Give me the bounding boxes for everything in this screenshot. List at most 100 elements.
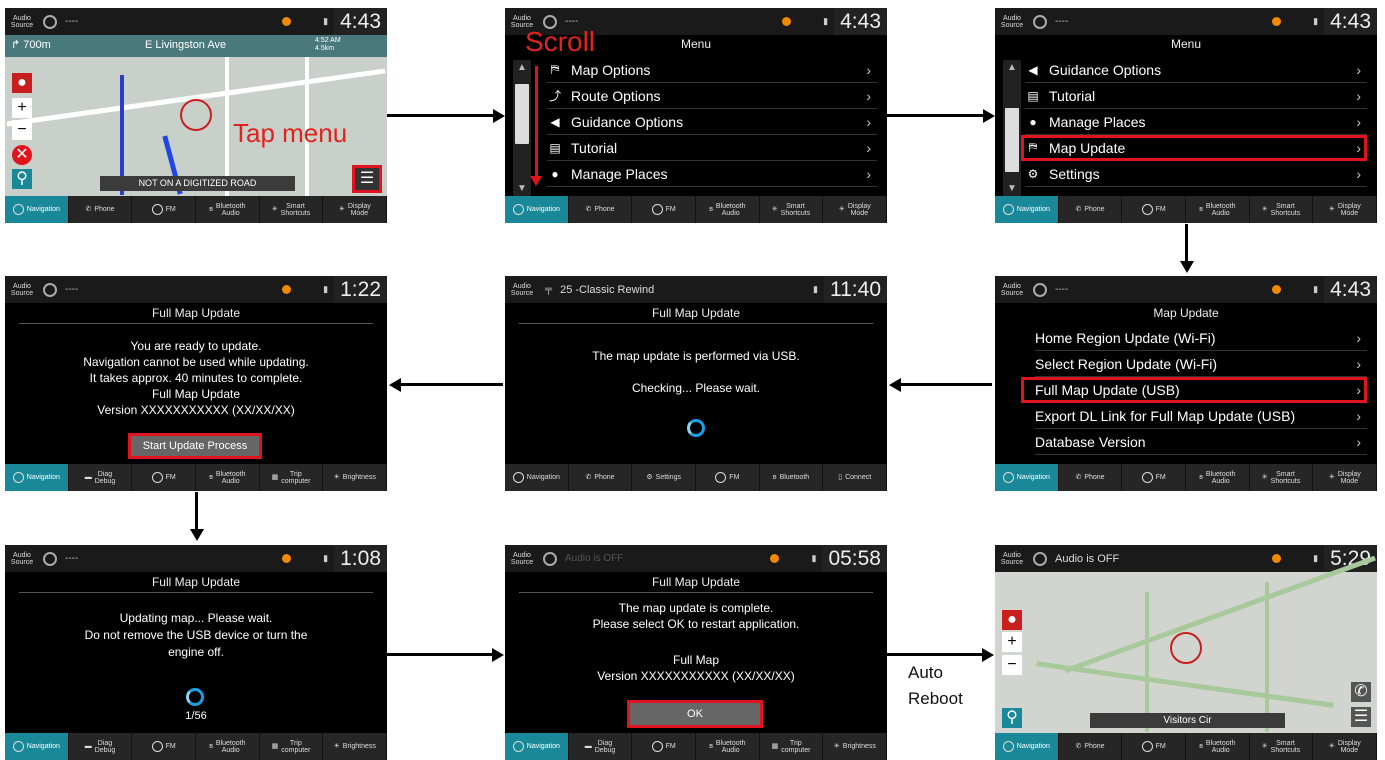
tab-bluetooth[interactable]: ʙ Bluetooth Audio (1186, 464, 1250, 491)
tab-shortcuts[interactable]: ✳ Smart Shortcuts (760, 196, 824, 223)
tab-connect[interactable]: ▯ Connect (823, 464, 887, 491)
scroll-down-icon[interactable]: ▼ (1003, 183, 1021, 194)
audio-source-button[interactable]: Audio Source (995, 552, 1029, 566)
tab-diag[interactable]: ▬ Diag Debug (69, 733, 133, 760)
hamburger-icon[interactable]: ☰ (1351, 707, 1371, 727)
tab-shortcuts[interactable]: ✳ Smart Shortcuts (1250, 733, 1314, 760)
menu-item[interactable]: ● Manage Places › (1025, 109, 1367, 135)
menu-item[interactable]: ◀ Guidance Options › (547, 109, 877, 135)
tab-shortcuts[interactable]: ✳ Smart Shortcuts (260, 196, 324, 223)
tab-fm[interactable]: FM (1122, 464, 1187, 491)
map-view[interactable]: ↱ 700m E Livingston Ave 4:52 AM 4.5km ● +… (5, 35, 387, 197)
menu-item-map-update[interactable]: ⛿ Map Update › (1021, 135, 1367, 161)
audio-source-button[interactable]: Audio Source (5, 15, 39, 29)
tab-display[interactable]: ☀ Display Mode (1313, 196, 1377, 223)
stop-icon[interactable]: ● (12, 73, 32, 93)
audio-source-button[interactable]: Audio Source (5, 552, 39, 566)
menu-item[interactable]: Export DL Link for Full Map Update (USB)… (1035, 403, 1367, 429)
scrollbar[interactable]: ▲ ▼ (513, 60, 531, 196)
tab-bluetooth[interactable]: ʙ Bluetooth (760, 464, 824, 491)
ok-button[interactable]: OK (627, 700, 763, 728)
tab-trip[interactable]: ▦ Trip computer (260, 464, 324, 491)
stop-icon[interactable]: ● (1002, 610, 1022, 630)
tab-phone[interactable]: ✆ Phone (1059, 464, 1123, 491)
tab-phone[interactable]: ✆ Phone (69, 196, 133, 223)
phone-icon[interactable]: ✆ (1351, 682, 1371, 702)
tab-display[interactable]: ☀ Display Mode (323, 196, 387, 223)
zoom-out-button[interactable]: − (1002, 655, 1022, 675)
tab-shortcuts[interactable]: ✳ Smart Shortcuts (1250, 196, 1314, 223)
tab-bluetooth[interactable]: ʙ Bluetooth Audio (196, 196, 260, 223)
tab-fm[interactable]: FM (132, 733, 197, 760)
tab-phone[interactable]: ✆ Phone (1059, 196, 1123, 223)
tab-trip[interactable]: ▦ Trip computer (760, 733, 824, 760)
start-update-button[interactable]: Start Update Process (128, 433, 262, 459)
audio-source-button[interactable]: Audio Source (995, 283, 1029, 297)
tab-fm[interactable]: FM (632, 733, 697, 760)
zoom-in-button[interactable]: + (12, 98, 32, 118)
tab-navigation[interactable]: Navigation (5, 196, 69, 223)
tab-brightness[interactable]: ☀ Brightness (823, 733, 887, 760)
tab-phone[interactable]: ✆ Phone (569, 196, 633, 223)
tab-bluetooth[interactable]: ʙ Bluetooth Audio (196, 733, 260, 760)
tab-bluetooth[interactable]: ʙ Bluetooth Audio (696, 733, 760, 760)
scrollbar[interactable]: ▲ ▼ (1003, 60, 1021, 196)
tab-navigation[interactable]: Navigation (505, 464, 569, 491)
menu-item[interactable]: ▤ Tutorial › (1025, 83, 1367, 109)
tab-brightness[interactable]: ☀ Brightness (323, 464, 387, 491)
menu-item[interactable]: ⚙ Settings › (1025, 161, 1367, 187)
zoom-out-button[interactable]: − (12, 120, 32, 140)
tab-display[interactable]: ☀ Display Mode (823, 196, 887, 223)
menu-item[interactable]: ⛿ Map Options › (547, 57, 877, 83)
tab-diag[interactable]: ▬ Diag Debug (569, 733, 633, 760)
tab-diag[interactable]: ▬ Diag Debug (69, 464, 133, 491)
tab-navigation[interactable]: Navigation (505, 196, 569, 223)
tab-navigation[interactable]: Navigation (995, 196, 1059, 223)
menu-item[interactable]: Select Region Update (Wi-Fi) › (1035, 351, 1367, 377)
zoom-in-button[interactable]: + (1002, 632, 1022, 652)
scroll-down-icon[interactable]: ▼ (513, 183, 531, 194)
tab-navigation[interactable]: Navigation (5, 733, 69, 760)
search-icon[interactable]: ⚲ (12, 169, 32, 189)
menu-item[interactable]: ▤ Tutorial › (547, 135, 877, 161)
tab-bluetooth[interactable]: ʙ Bluetooth Audio (1186, 733, 1250, 760)
tab-navigation[interactable]: Navigation (505, 733, 569, 760)
tab-phone[interactable]: ✆ Phone (1059, 733, 1123, 760)
audio-source-button[interactable]: Audio Source (505, 283, 539, 297)
tab-trip[interactable]: ▦ Trip computer (260, 733, 324, 760)
tab-bluetooth[interactable]: ʙ Bluetooth Audio (196, 464, 260, 491)
tab-navigation[interactable]: Navigation (5, 464, 69, 491)
tab-fm[interactable]: FM (1122, 196, 1187, 223)
scroll-thumb[interactable] (515, 84, 529, 144)
tab-fm[interactable]: FM (632, 196, 697, 223)
cancel-route-icon[interactable]: ✕ (12, 145, 32, 165)
audio-source-button[interactable]: Audio Source (995, 15, 1029, 29)
tab-phone[interactable]: ✆ Phone (569, 464, 633, 491)
tab-navigation[interactable]: Navigation (995, 733, 1059, 760)
search-icon[interactable]: ⚲ (1002, 708, 1022, 728)
menu-item[interactable]: ⤴ Route Options › (547, 83, 877, 109)
menu-item[interactable]: ● Manage Places › (547, 161, 877, 187)
tab-display[interactable]: ☀ Display Mode (1313, 464, 1377, 491)
tab-fm[interactable]: FM (696, 464, 760, 491)
tab-fm[interactable]: FM (1122, 733, 1187, 760)
tab-settings[interactable]: ⚙ Settings (632, 464, 697, 491)
tab-bluetooth[interactable]: ʙ Bluetooth Audio (696, 196, 760, 223)
audio-source-button[interactable]: Audio Source (505, 552, 539, 566)
menu-item-full-map-update[interactable]: Full Map Update (USB) › (1021, 377, 1367, 403)
tab-display[interactable]: ☀ Display Mode (1313, 733, 1377, 760)
tab-navigation[interactable]: Navigation (995, 464, 1059, 491)
tab-shortcuts[interactable]: ✳ Smart Shortcuts (1250, 464, 1314, 491)
scroll-up-icon[interactable]: ▲ (513, 62, 531, 73)
menu-button[interactable]: ☰ (352, 165, 382, 193)
menu-item[interactable]: Home Region Update (Wi-Fi) › (1035, 325, 1367, 351)
tab-fm[interactable]: FM (132, 464, 197, 491)
scroll-thumb[interactable] (1005, 108, 1019, 172)
tab-brightness[interactable]: ☀ Brightness (323, 733, 387, 760)
scroll-up-icon[interactable]: ▲ (1003, 62, 1021, 73)
tab-fm[interactable]: FM (132, 196, 197, 223)
menu-item[interactable]: Database Version › (1035, 429, 1367, 455)
menu-item[interactable]: ◀ Guidance Options › (1025, 57, 1367, 83)
map-view[interactable]: ● + − ⚲ Visitors Cir ☰ ✆ (995, 555, 1377, 733)
audio-source-button[interactable]: Audio Source (5, 283, 39, 297)
